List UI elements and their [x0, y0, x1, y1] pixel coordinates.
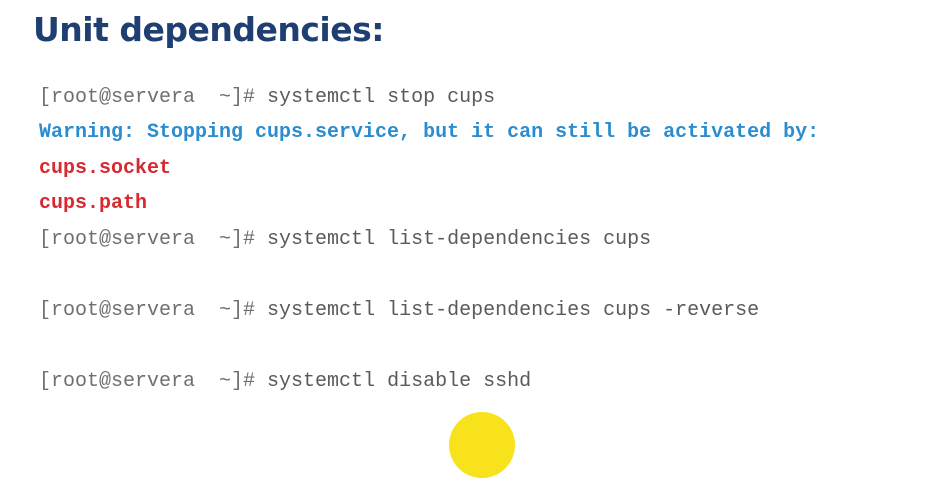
shell-prompt: [root@servera ~]# [39, 86, 268, 109]
command-text: systemctl list-dependencies cups -revers… [267, 299, 760, 322]
shell-prompt: [root@servera ~]# [39, 228, 268, 251]
shell-prompt: [root@servera ~]# [39, 370, 268, 393]
command-line-list-dependencies-reverse: [root@servera ~]# systemctl list-depende… [39, 299, 759, 323]
shell-prompt: [root@servera ~]# [39, 299, 268, 322]
warning-message: Warning: Stopping cups.service, but it c… [39, 121, 820, 144]
command-line-disable-sshd: [root@servera ~]# systemctl disable sshd [39, 370, 531, 394]
command-text: systemctl list-dependencies cups [267, 228, 652, 251]
command-line-stop-cups: [root@servera ~]# systemctl stop cups [39, 86, 495, 110]
terminal-transcript: [root@servera ~]# systemctl stop cups Wa… [39, 0, 939, 393]
command-line-list-dependencies: [root@servera ~]# systemctl list-depende… [39, 228, 651, 252]
cursor-highlight-icon [449, 412, 515, 478]
command-text: systemctl stop cups [267, 86, 496, 109]
unit-cups-path: cups.path [39, 192, 148, 215]
command-text: systemctl disable sshd [267, 370, 532, 393]
unit-cups-socket: cups.socket [39, 157, 172, 180]
